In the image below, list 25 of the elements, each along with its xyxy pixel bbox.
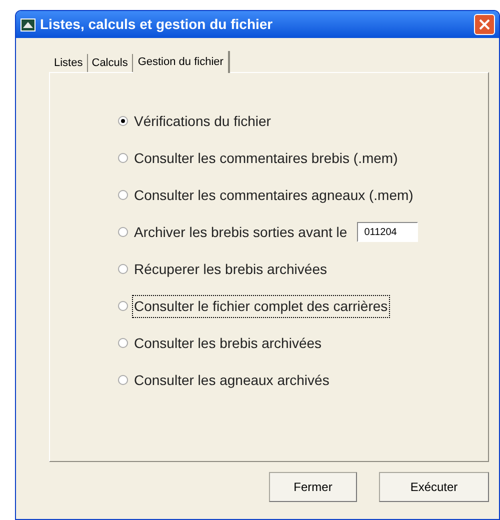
- tab[interactable]: Listes: [50, 54, 88, 72]
- radio-button[interactable]: [118, 375, 128, 385]
- dialog-button[interactable]: Exécuter: [379, 472, 489, 502]
- option-label[interactable]: Récuperer les brebis archivées: [132, 258, 329, 280]
- radio-button[interactable]: [118, 264, 128, 274]
- radio-button[interactable]: [118, 338, 128, 348]
- radio-button[interactable]: [118, 227, 128, 237]
- option-label[interactable]: Consulter les agneaux archivés: [132, 368, 332, 392]
- radio-button[interactable]: [118, 190, 128, 200]
- radio-button[interactable]: [118, 301, 128, 311]
- close-button[interactable]: [474, 14, 495, 35]
- option-label[interactable]: Consulter les commentaires agneaux (.mem): [132, 184, 416, 206]
- option-label[interactable]: Vérifications du fichier: [132, 110, 273, 132]
- dialog-button[interactable]: Fermer: [269, 472, 357, 502]
- radio-button[interactable]: [118, 153, 128, 163]
- date-field[interactable]: 011204: [357, 222, 418, 242]
- option-label[interactable]: Archiver les brebis sorties avant le: [132, 220, 350, 244]
- option-label[interactable]: Consulter les brebis archivées: [132, 332, 324, 354]
- app-icon: [20, 16, 36, 32]
- option-label[interactable]: Consulter le fichier complet des carrières: [132, 294, 390, 318]
- tab[interactable]: Gestion du fichier: [132, 51, 230, 73]
- close-icon: [479, 19, 490, 30]
- window-title: Listes, calculs et gestion du fichier: [40, 15, 274, 34]
- radio-button[interactable]: [118, 116, 128, 126]
- option-label[interactable]: Consulter les commentaires brebis (.mem): [132, 146, 400, 170]
